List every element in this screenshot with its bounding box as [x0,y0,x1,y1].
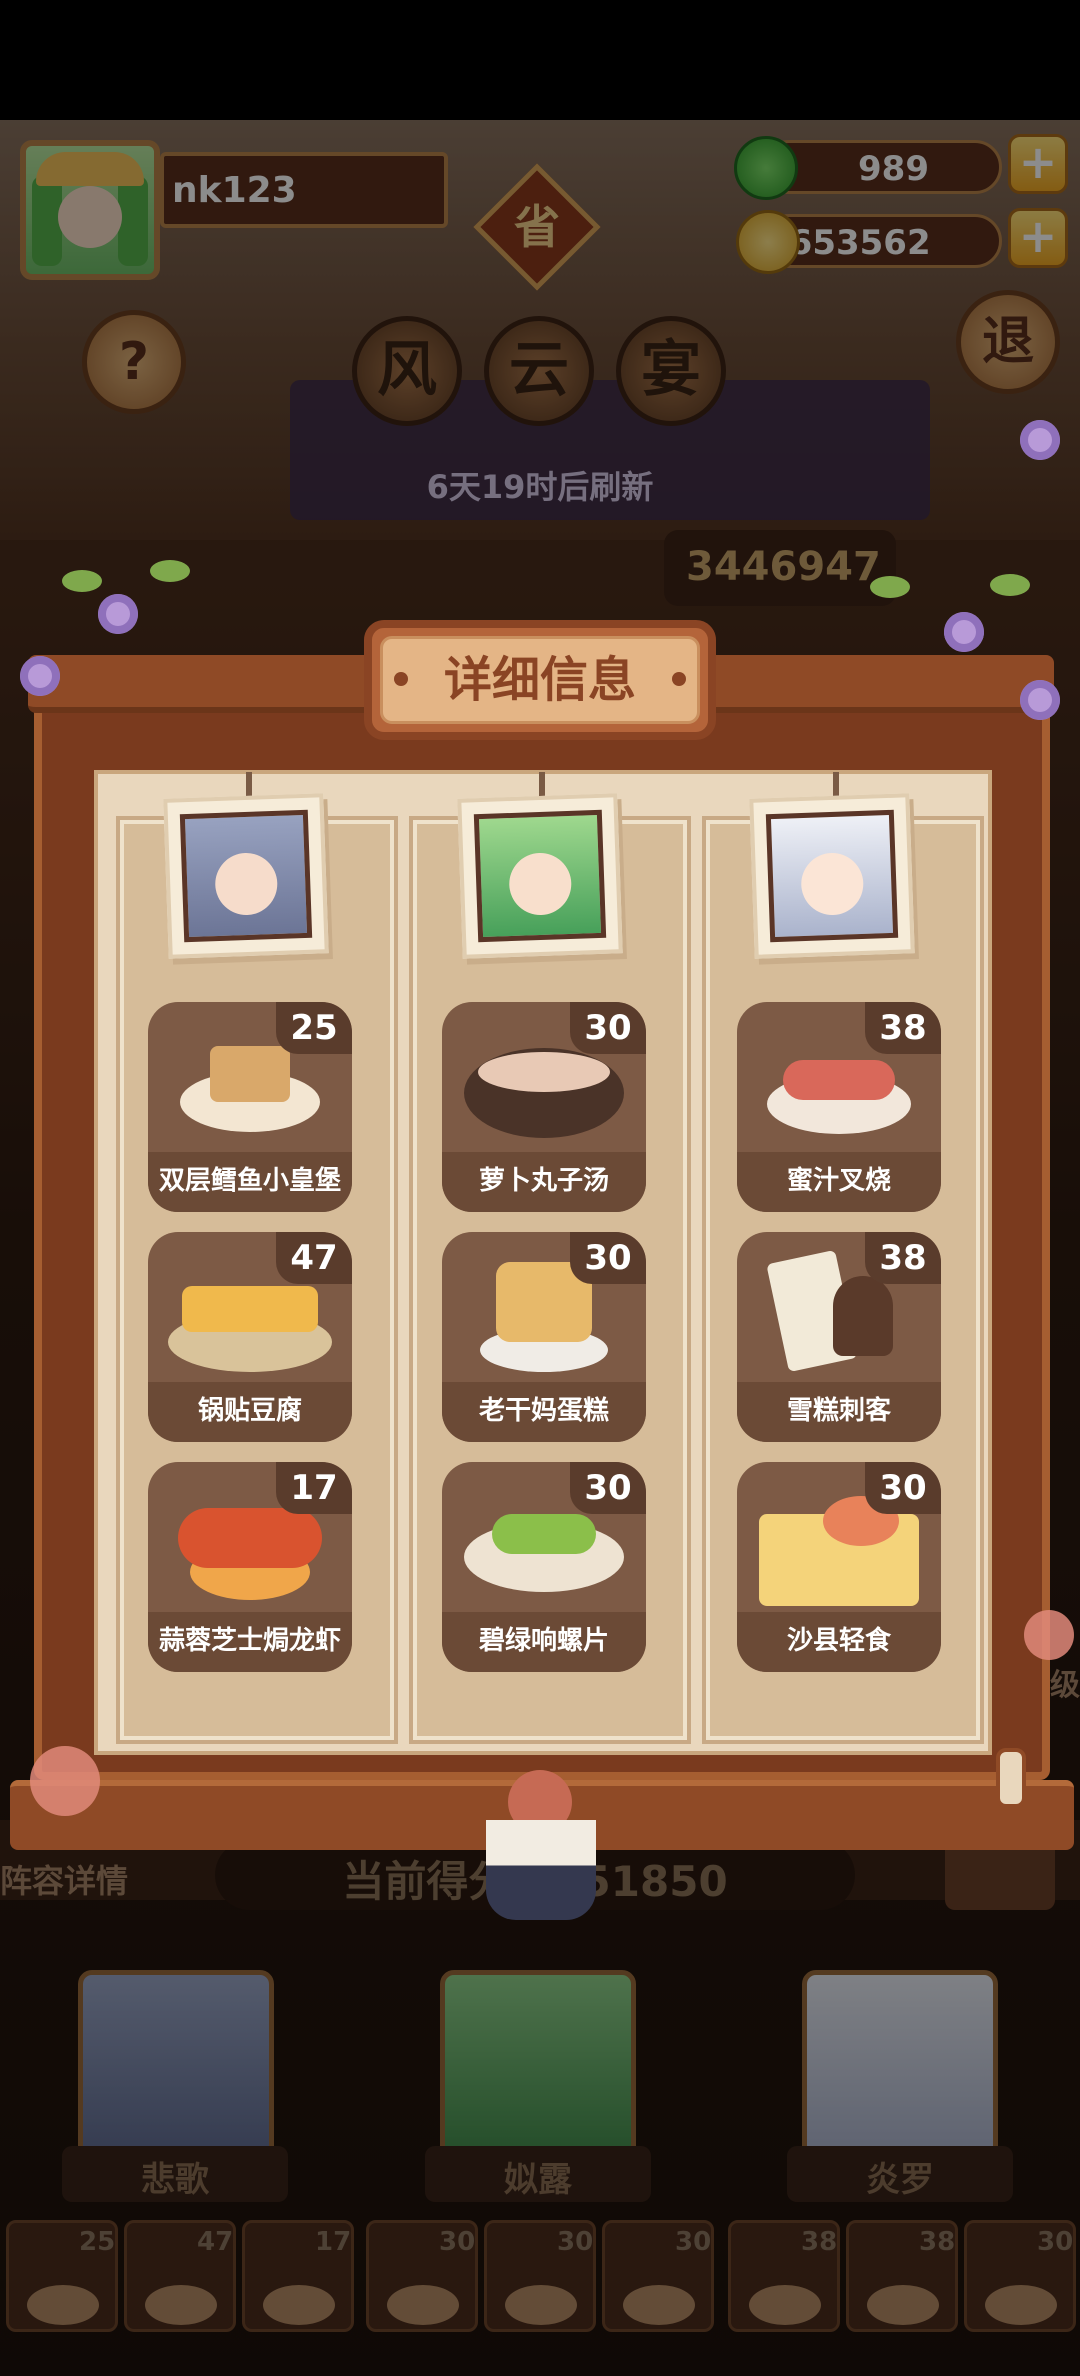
dish-name: 蒜蓉芝士焗龙虾 [158,1626,341,1656]
dish-value: 47 [276,1232,352,1284]
dish-card[interactable]: 沙县轻食 30 [737,1462,941,1672]
dish-card[interactable]: 双层鳕鱼小皇堡 25 [148,1002,352,1212]
flower-decoration [1020,420,1060,460]
flower-decoration [20,656,60,696]
dish-card[interactable]: 蒜蓉芝士焗龙虾 17 [148,1462,352,1672]
dish-name: 雪糕刺客 [786,1396,891,1426]
dish-value: 25 [276,1002,352,1054]
dish-food [833,1276,893,1356]
dish-value: 30 [570,1002,646,1054]
portrait-image [473,809,607,943]
scroll-knob [996,1748,1026,1808]
dish-card[interactable]: 萝卜丸子汤 30 [442,1002,646,1212]
flower-decoration [98,594,138,634]
dish-food [478,1052,610,1092]
dish-food [178,1508,322,1568]
flower-decoration [1020,680,1060,720]
tag-dot [672,672,686,686]
tag-dot [394,672,408,686]
dish-value: 30 [570,1232,646,1284]
dish-name: 双层鳕鱼小皇堡 [158,1166,341,1196]
leaf-decoration [990,574,1030,596]
dish-name: 锅贴豆腐 [197,1396,302,1426]
dish-card[interactable]: 碧绿响螺片 30 [442,1462,646,1672]
status-bar-area [0,0,1080,120]
dish-food [182,1286,318,1332]
leaf-decoration [150,560,190,582]
panel-title: 详细信息 [380,636,700,724]
dish-name: 萝卜丸子汤 [478,1166,609,1196]
dish-name: 蜜汁叉烧 [786,1166,891,1196]
ribbon-tassel [486,1820,596,1920]
portrait-image [765,809,899,943]
dish-name: 碧绿响螺片 [478,1626,609,1656]
character-face [800,851,865,917]
dish-card[interactable]: 雪糕刺客 38 [737,1232,941,1442]
dish-food [492,1514,596,1554]
dish-name: 沙县轻食 [786,1626,891,1656]
leaf-decoration [870,576,910,598]
dish-name: 老干妈蛋糕 [478,1396,609,1426]
dish-value: 38 [865,1232,941,1284]
flower-decoration [944,612,984,652]
portrait-yanluo [749,793,915,959]
dish-food [783,1060,895,1100]
dish-value: 30 [865,1462,941,1514]
dish-value: 17 [276,1462,352,1514]
portrait-image [179,809,313,943]
flower-decoration [1024,1610,1074,1660]
leaf-decoration [62,570,102,592]
dish-value: 38 [865,1002,941,1054]
dish-card[interactable]: 锅贴豆腐 47 [148,1232,352,1442]
portrait-beige [163,793,329,959]
dish-food [210,1046,290,1102]
dish-card[interactable]: 蜜汁叉烧 38 [737,1002,941,1212]
dish-card[interactable]: 老干妈蛋糕 30 [442,1232,646,1442]
portrait-silu [457,793,623,959]
flower-decoration [30,1746,100,1816]
dish-value: 30 [570,1462,646,1514]
character-face [508,851,573,917]
character-face [214,851,279,917]
